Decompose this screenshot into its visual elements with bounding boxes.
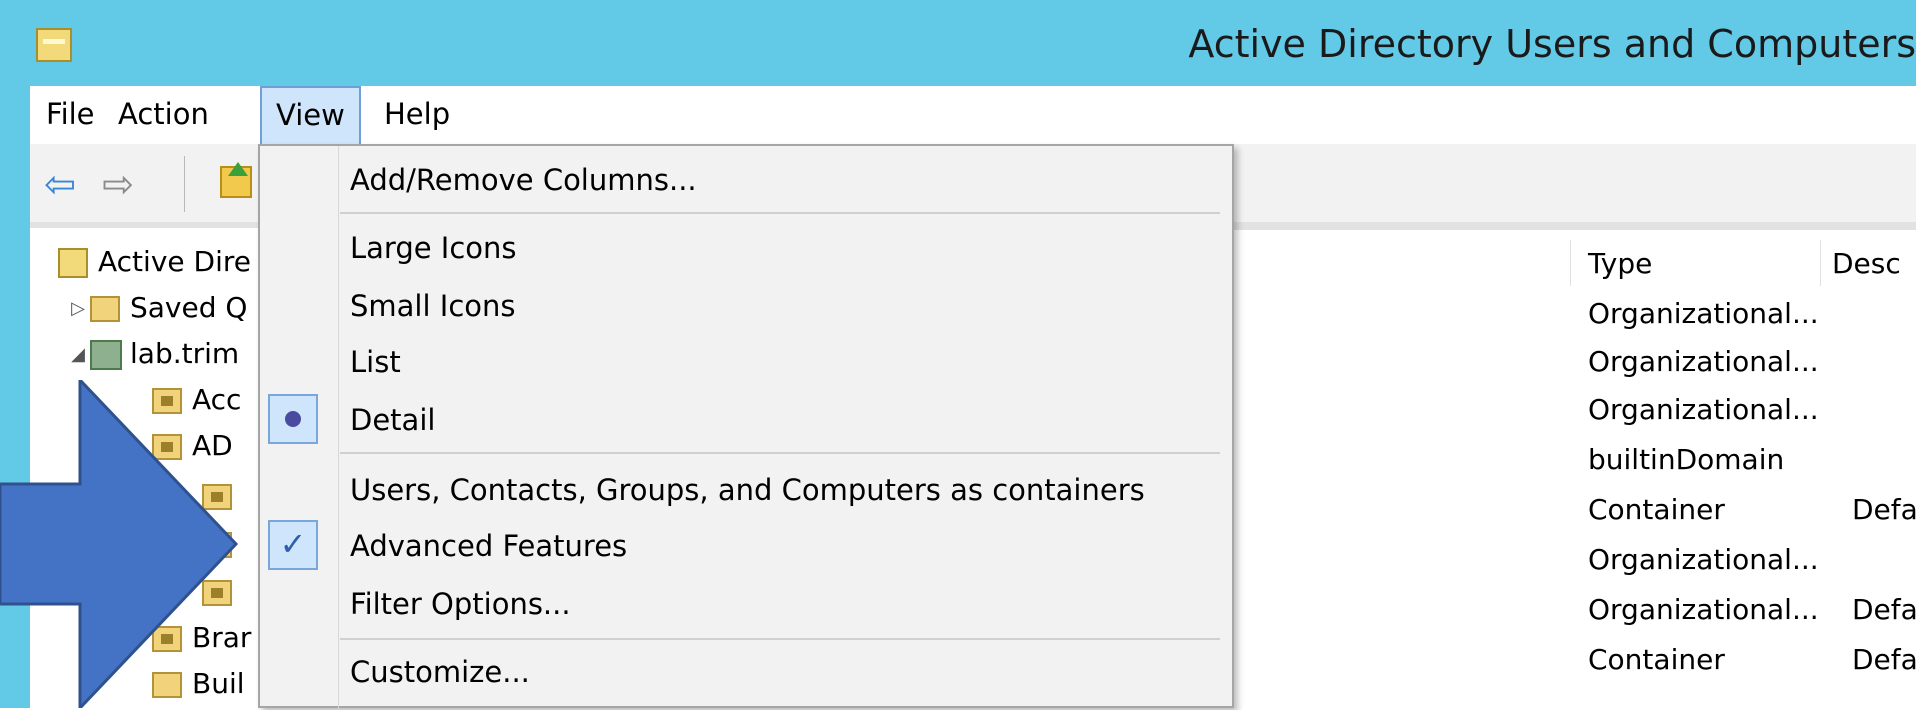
menu-file[interactable]: File xyxy=(32,86,109,142)
folder-icon xyxy=(90,296,120,322)
back-arrow-icon[interactable]: ⇦ xyxy=(40,164,80,204)
collapse-icon[interactable]: ◢ xyxy=(66,335,90,375)
pointer-arrow-annotation xyxy=(0,380,239,708)
list-cell-type[interactable]: builtinDomain xyxy=(1588,440,1784,480)
menu-item-large-icons[interactable]: Large Icons xyxy=(350,222,517,274)
list-cell-type[interactable]: Organizational... xyxy=(1588,294,1819,334)
menu-gutter-divider xyxy=(338,146,339,710)
arrow-shape xyxy=(0,380,239,708)
list-cell-type[interactable]: Container xyxy=(1588,490,1725,530)
menu-separator xyxy=(340,212,1220,214)
app-icon[interactable] xyxy=(36,28,72,62)
menu-item-list[interactable]: List xyxy=(350,336,401,388)
menu-item-detail[interactable]: Detail xyxy=(350,394,435,446)
column-header-description[interactable]: Desc xyxy=(1832,242,1901,286)
menu-view[interactable]: View xyxy=(260,86,361,144)
column-header-type[interactable]: Type xyxy=(1588,242,1652,286)
menu-item-add-remove-columns[interactable]: Add/Remove Columns... xyxy=(350,154,697,206)
column-divider[interactable] xyxy=(1570,240,1571,286)
list-cell-type[interactable]: Organizational... xyxy=(1588,342,1819,382)
menu-separator xyxy=(340,638,1220,640)
tree-item-domain[interactable]: ◢ lab.trim xyxy=(66,334,239,374)
tree-item-label: lab.trim xyxy=(130,337,240,370)
tree-item-saved-queries[interactable]: ▷ Saved Q xyxy=(66,288,247,328)
menu-help[interactable]: Help xyxy=(370,86,464,142)
menu-item-advanced-features[interactable]: Advanced Features xyxy=(350,520,627,572)
menu-item-small-icons[interactable]: Small Icons xyxy=(350,280,516,332)
menu-item-filter-options[interactable]: Filter Options... xyxy=(350,578,571,630)
up-folder-icon[interactable] xyxy=(220,162,252,198)
title-bar: Active Directory Users and Computers xyxy=(0,0,1916,86)
menu-bar: File Action View Help xyxy=(30,86,1916,144)
list-cell-type[interactable]: Organizational... xyxy=(1588,590,1819,630)
list-cell-type[interactable]: Organizational... xyxy=(1588,540,1819,580)
check-mark-icon: ✓ xyxy=(268,520,318,570)
tree-item-root[interactable]: Active Dire xyxy=(58,242,251,282)
radio-selected-icon xyxy=(268,394,318,444)
list-cell-description: Defa xyxy=(1852,593,1916,626)
root-icon xyxy=(58,248,88,278)
list-cell-description: Defa xyxy=(1852,493,1916,526)
window-title: Active Directory Users and Computers xyxy=(1188,22,1916,66)
menu-separator xyxy=(340,452,1220,454)
list-cell-description: Defa xyxy=(1852,643,1916,676)
column-divider[interactable] xyxy=(1820,240,1821,286)
tree-item-label: Saved Q xyxy=(130,291,248,324)
domain-icon xyxy=(90,340,122,370)
list-cell-type[interactable]: Container xyxy=(1588,640,1725,680)
menu-item-customize[interactable]: Customize... xyxy=(350,646,530,698)
forward-arrow-icon[interactable]: ⇨ xyxy=(98,164,138,204)
list-cell-type[interactable]: Organizational... xyxy=(1588,390,1819,430)
expand-icon[interactable]: ▷ xyxy=(66,289,90,329)
menu-item-users-as-containers[interactable]: Users, Contacts, Groups, and Computers a… xyxy=(350,464,1145,516)
toolbar-separator xyxy=(184,156,185,212)
menu-action[interactable]: Action xyxy=(104,86,223,142)
view-dropdown-menu: Add/Remove Columns... Large Icons Small … xyxy=(258,144,1234,710)
tree-item-label: Active Dire xyxy=(98,245,251,278)
